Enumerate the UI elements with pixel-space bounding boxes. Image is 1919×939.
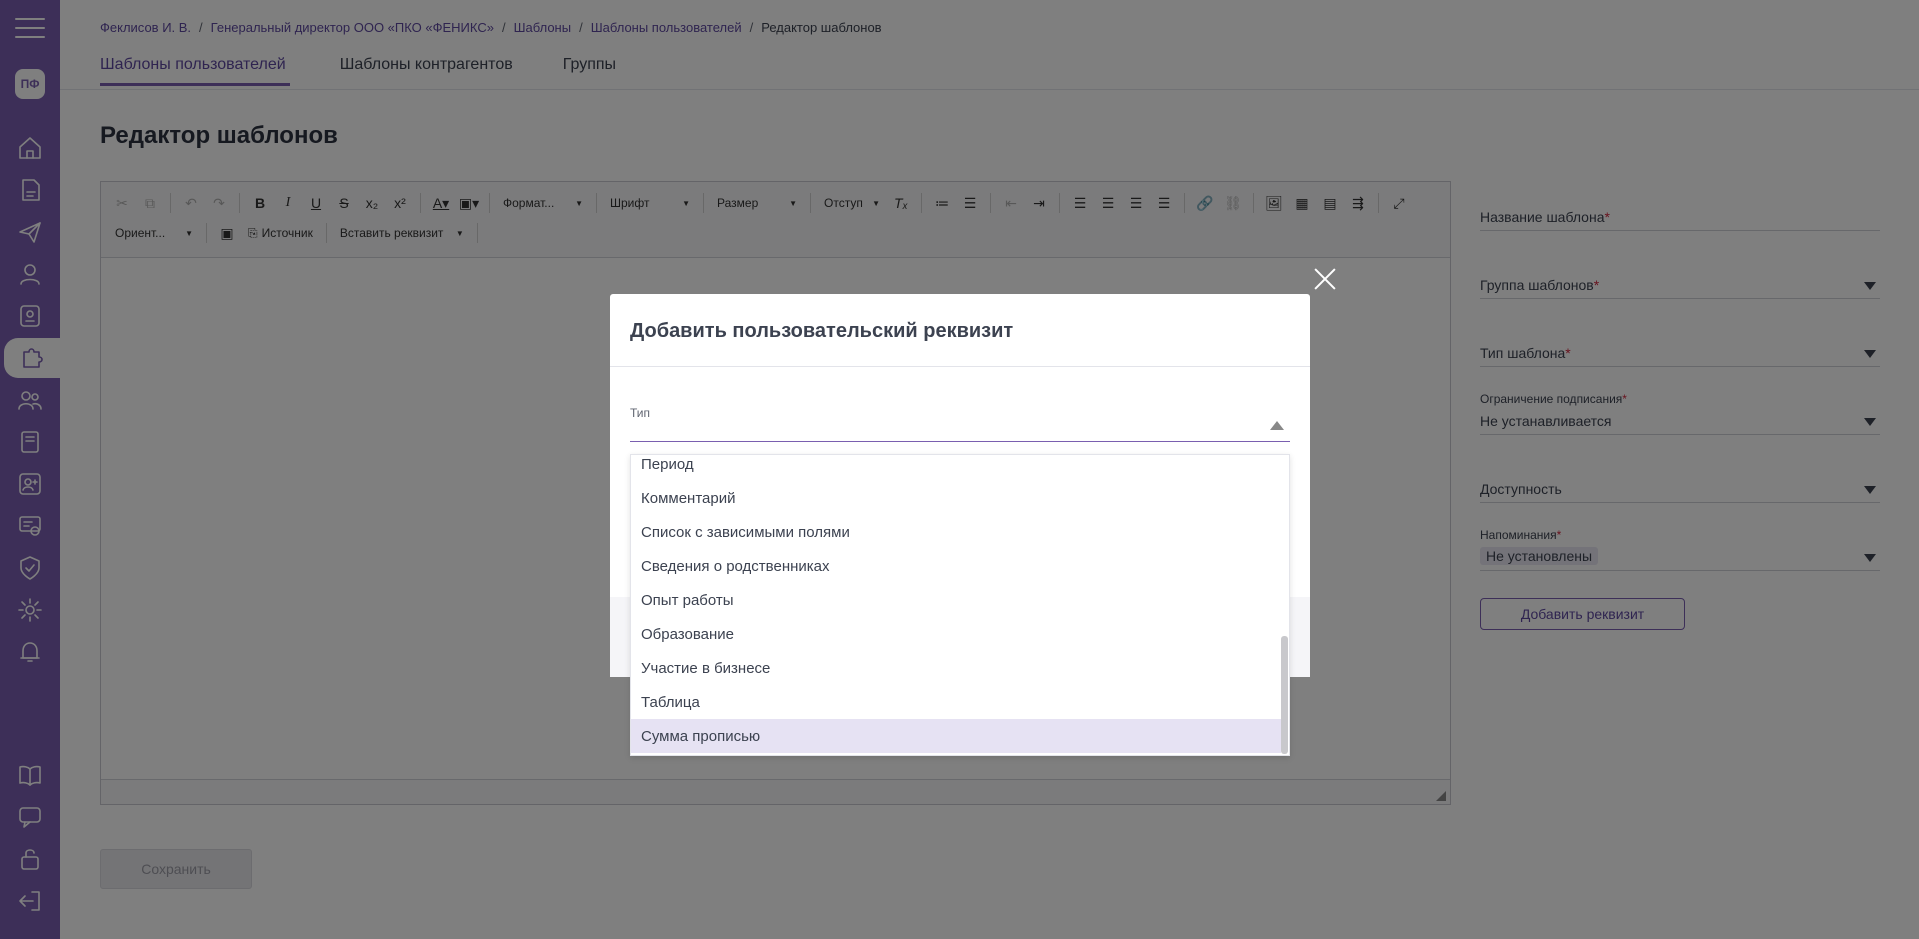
modal-divider bbox=[610, 366, 1310, 367]
list-item-highlighted[interactable]: Сумма прописью bbox=[631, 719, 1281, 753]
list-item[interactable]: Опыт работы bbox=[631, 583, 1281, 617]
modal-title: Добавить пользовательский реквизит bbox=[630, 320, 1014, 342]
list-item[interactable]: Комментарий bbox=[631, 481, 1281, 515]
list-item[interactable]: Список с зависимыми полями bbox=[631, 515, 1281, 549]
list-item[interactable]: Сведения о родственниках bbox=[631, 549, 1281, 583]
chevron-up-icon[interactable] bbox=[1270, 421, 1284, 430]
list-item[interactable]: Таблица bbox=[631, 685, 1281, 719]
type-dropdown-list: Период Комментарий Список с зависимыми п… bbox=[630, 454, 1290, 756]
type-select[interactable] bbox=[630, 412, 1290, 442]
list-item[interactable]: Образование bbox=[631, 617, 1281, 651]
list-item[interactable]: Участие в бизнесе bbox=[631, 651, 1281, 685]
list-item[interactable]: Период bbox=[631, 455, 1281, 481]
close-icon[interactable] bbox=[1313, 267, 1337, 291]
scrollbar-thumb[interactable] bbox=[1281, 636, 1288, 754]
